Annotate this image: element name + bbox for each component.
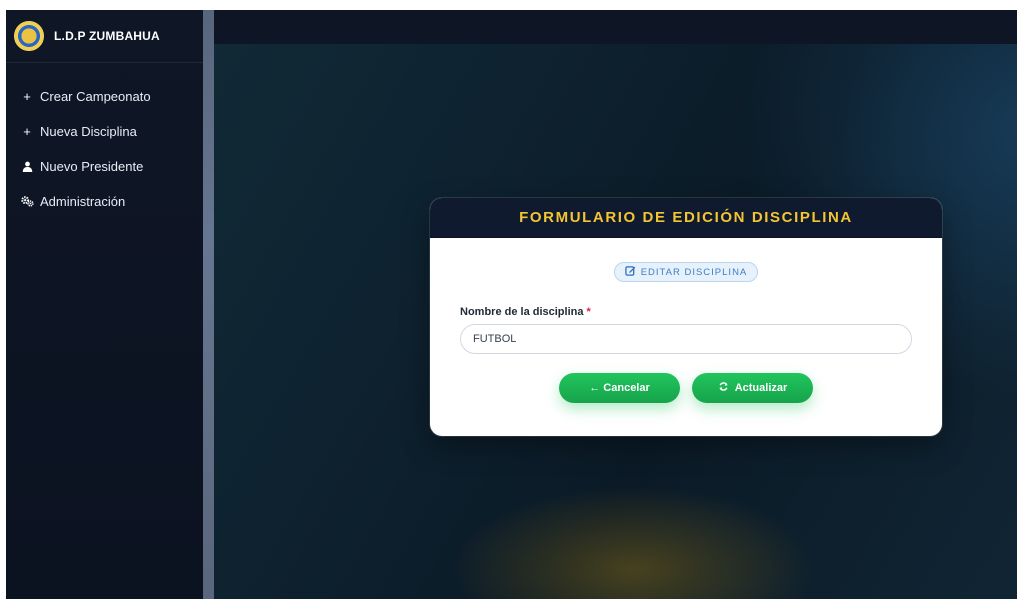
field-label-text: Nombre de la disciplina [460,306,584,318]
brand[interactable]: L.D.P ZUMBAHUA [6,10,203,63]
update-button[interactable]: Actualizar [692,373,813,403]
gears-icon-svg [20,196,34,207]
sidebar-item-label: Nuevo Presidente [40,159,144,174]
sidebar-item-administracion[interactable]: Administración [6,184,203,219]
card-body: EDITAR DISCIPLINA Nombre de la disciplin… [430,238,942,403]
main-content: FORMULARIO DE EDICIÓN DISCIPLINA EDITAR … [214,10,1017,599]
edit-discipline-badge: EDITAR DISCIPLINA [613,262,759,282]
user-tie-icon-svg [22,161,32,172]
update-button-label: Actualizar [734,382,788,394]
form-actions: ← Cancelar Actualizar [460,373,912,403]
card-title: FORMULARIO DE EDICIÓN DISCIPLINA [430,198,942,238]
sidebar-menu: + Crear Campeonato + Nueva Disciplina Nu… [6,63,203,219]
refresh-icon-svg [719,382,728,391]
badge-label: EDITAR DISCIPLINA [640,266,748,278]
sidebar: L.D.P ZUMBAHUA + Crear Campeonato + Nuev… [6,10,203,599]
sidebar-item-label: Administración [40,194,126,209]
plus-icon: + [23,124,31,139]
sidebar-item-nueva-disciplina[interactable]: + Nueva Disciplina [6,114,203,149]
edit-icon-svg [624,266,636,276]
sidebar-item-label: Crear Campeonato [40,89,151,104]
brand-name: L.D.P ZUMBAHUA [54,29,160,43]
edit-discipline-card: FORMULARIO DE EDICIÓN DISCIPLINA EDITAR … [430,198,942,436]
sidebar-resize-handle[interactable] [203,10,214,599]
app-frame: L.D.P ZUMBAHUA + Crear Campeonato + Nuev… [6,10,1017,599]
user-tie-icon [20,161,34,172]
badge-row: EDITAR DISCIPLINA [460,262,912,282]
plus-icon: + [23,89,31,104]
gears-icon [20,196,34,207]
sidebar-item-nuevo-presidente[interactable]: Nuevo Presidente [6,149,203,184]
cancel-button[interactable]: ← Cancelar [559,373,680,403]
top-bar [214,10,1017,44]
sidebar-item-label: Nueva Disciplina [40,124,137,139]
discipline-name-label: Nombre de la disciplina * [460,306,912,318]
refresh-icon [718,381,729,395]
league-logo [14,21,44,51]
discipline-name-input[interactable]: FUTBOL [460,324,912,354]
sidebar-item-crear-campeonato[interactable]: + Crear Campeonato [6,79,203,114]
edit-icon [624,265,636,279]
required-marker: * [586,306,591,318]
